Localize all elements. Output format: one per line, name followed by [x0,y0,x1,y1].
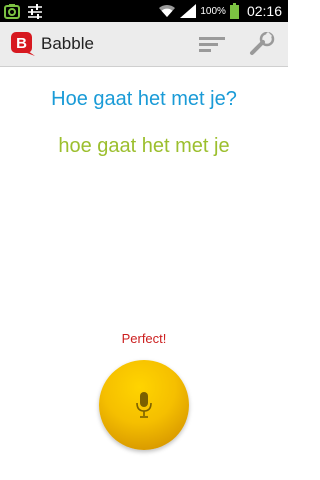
feedback-text: Perfect! [121,331,167,346]
wrench-icon [250,31,275,55]
filter-icon [199,37,225,52]
status-right: 100% 02:16 [158,0,282,22]
microphone-icon [136,392,152,418]
recognized-phrase: hoe gaat het met je [58,135,230,157]
microphone-button[interactable] [99,360,189,450]
app-title: Babble [41,34,94,53]
action-bar: B Babble [0,22,288,67]
gallery-icon [4,3,20,19]
clock: 02:16 [246,3,282,19]
babble-logo-icon[interactable]: B [10,31,36,57]
settings-button[interactable] [248,31,276,56]
signal-icon [180,4,197,18]
battery-percent: 100% [200,5,226,17]
sliders-icon [28,3,42,19]
status-bar: 100% 02:16 [0,0,288,22]
status-left [4,3,42,19]
battery-icon [229,3,239,19]
logo-letter: B [16,35,27,52]
prompt-phrase: Hoe gaat het met je? [51,88,237,110]
wifi-icon [159,4,176,17]
filter-button[interactable] [198,32,226,56]
